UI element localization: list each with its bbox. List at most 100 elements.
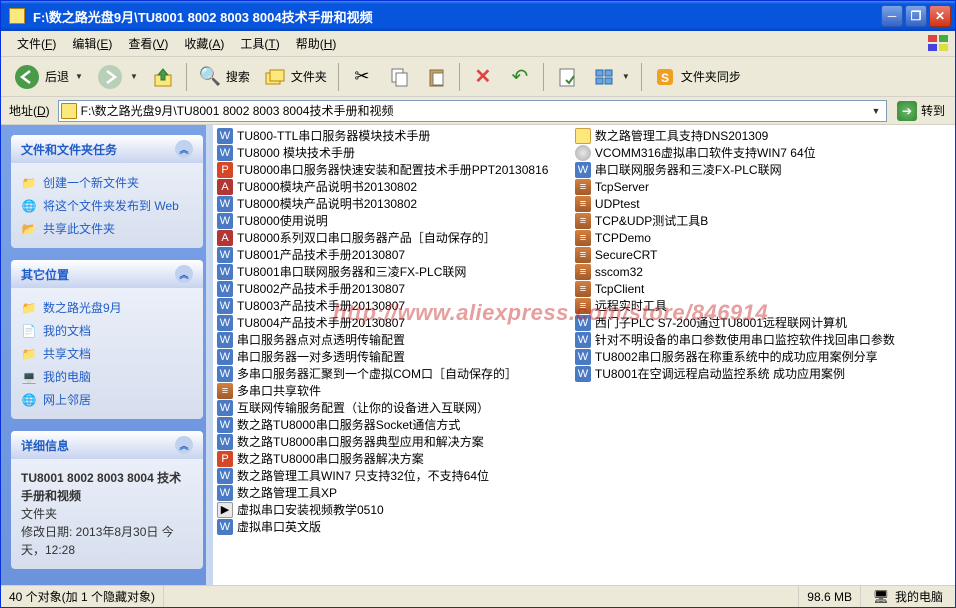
file-item[interactable]: WTU8003产品技术手册20130807	[215, 297, 573, 314]
menu-item[interactable]: 收藏(A)	[176, 32, 232, 55]
file-item[interactable]: ≡多串口共享软件	[215, 382, 573, 399]
file-item[interactable]: WTU8004产品技术手册20130807	[215, 314, 573, 331]
up-button[interactable]	[145, 61, 181, 93]
file-item[interactable]: WTU8001产品技术手册20130807	[215, 246, 573, 263]
file-item[interactable]: VCOMM316虚拟串口软件支持WIN7 64位	[573, 144, 931, 161]
other-place-link[interactable]: 📄我的文档	[21, 319, 193, 342]
details-modified: 修改日期: 2013年8月30日 今天，12:28	[21, 523, 193, 559]
file-item[interactable]: WTU8002产品技术手册20130807	[215, 280, 573, 297]
close-button[interactable]: ✕	[929, 5, 951, 27]
file-item[interactable]: W数之路管理工具XP	[215, 484, 573, 501]
other-place-link[interactable]: 📁共享文档	[21, 342, 193, 365]
folders-button[interactable]: 文件夹	[257, 61, 333, 93]
file-item[interactable]: W针对不明设备的串口参数使用串口监控软件找回串口参数	[573, 331, 931, 348]
file-item[interactable]: W串口服务器点对点透明传输配置	[215, 331, 573, 348]
file-item[interactable]: W数之路TU8000串口服务器典型应用和解决方案	[215, 433, 573, 450]
forward-button[interactable]: ▼	[90, 59, 144, 95]
other-place-link[interactable]: 🌐网上邻居	[21, 388, 193, 411]
folders-label: 文件夹	[291, 68, 327, 85]
menu-item[interactable]: 工具(T)	[232, 32, 287, 55]
file-item[interactable]: ≡TcpClient	[573, 280, 931, 297]
file-item[interactable]: W互联网传输服务配置（让你的设备进入互联网）	[215, 399, 573, 416]
file-item[interactable]: WTU8001在空调远程启动监控系统 成功应用案例	[573, 365, 931, 382]
menu-item[interactable]: 编辑(E)	[64, 32, 120, 55]
file-item[interactable]: ≡TCPDemo	[573, 229, 931, 246]
go-button[interactable]: ➔ 转到	[893, 99, 949, 123]
forward-dropdown-icon[interactable]: ▼	[130, 72, 138, 81]
task-link[interactable]: 📁创建一个新文件夹	[21, 171, 193, 194]
file-item[interactable]: ▶虚拟串口安装视频教学0510	[215, 501, 573, 518]
chevron-up-icon[interactable]: ︽	[175, 265, 193, 283]
delete-button[interactable]: ✕	[465, 61, 501, 93]
file-list[interactable]: WTU800-TTL串口服务器模块技术手册WTU8000 模块技术手册PTU80…	[213, 125, 955, 585]
details-header[interactable]: 详细信息 ︽	[11, 431, 203, 459]
file-item[interactable]: ≡TCP&UDP测试工具B	[573, 212, 931, 229]
views-dropdown-icon[interactable]: ▼	[622, 72, 630, 81]
paste-button[interactable]	[418, 61, 454, 93]
file-type-icon: ≡	[575, 298, 591, 314]
details-title: 详细信息	[21, 437, 69, 454]
file-item[interactable]: WTU8001串口联网服务器和三凌FX-PLC联网	[215, 263, 573, 280]
sidepanel-scrollbar[interactable]	[206, 125, 213, 585]
file-type-icon: W	[217, 400, 233, 416]
file-item[interactable]: ATU8000模块产品说明书20130802	[215, 178, 573, 195]
file-item[interactable]: W虚拟串口英文版	[215, 518, 573, 535]
file-item[interactable]: ≡UDPtest	[573, 195, 931, 212]
file-name: 多串口共享软件	[237, 382, 321, 399]
window-folder-icon	[9, 8, 25, 24]
file-item[interactable]: ≡sscom32	[573, 263, 931, 280]
file-item[interactable]: WTU8000使用说明	[215, 212, 573, 229]
maximize-button[interactable]: ❐	[905, 5, 927, 27]
properties-button[interactable]	[549, 61, 585, 93]
minimize-button[interactable]: ─	[881, 5, 903, 27]
file-name: TU8000 模块技术手册	[237, 144, 355, 161]
file-item[interactable]: W西门子PLC S7-200通过TU8001远程联网计算机	[573, 314, 931, 331]
task-link[interactable]: 📂共享此文件夹	[21, 217, 193, 240]
sync-button[interactable]: S 文件夹同步	[647, 61, 747, 93]
file-type-icon: W	[217, 366, 233, 382]
file-type-icon: W	[217, 196, 233, 212]
file-item[interactable]: ≡远程实时工具	[573, 297, 931, 314]
place-icon: 📁	[21, 346, 37, 362]
file-item[interactable]: W串口服务器一对多透明传输配置	[215, 348, 573, 365]
file-item[interactable]: 数之路管理工具支持DNS201309	[573, 127, 931, 144]
search-button[interactable]: 🔍 搜索	[192, 61, 256, 93]
views-button[interactable]: ▼	[586, 61, 636, 93]
other-place-link[interactable]: 💻我的电脑	[21, 365, 193, 388]
file-item[interactable]: WTU8000 模块技术手册	[215, 144, 573, 161]
file-item[interactable]: W多串口服务器汇聚到一个虚拟COM口［自动保存的］	[215, 365, 573, 382]
other-header[interactable]: 其它位置 ︽	[11, 260, 203, 288]
tasks-header[interactable]: 文件和文件夹任务 ︽	[11, 135, 203, 163]
file-item[interactable]: W数之路管理工具WIN7 只支持32位，不支持64位	[215, 467, 573, 484]
file-item[interactable]: WTU800-TTL串口服务器模块技术手册	[215, 127, 573, 144]
copy-button[interactable]	[381, 61, 417, 93]
file-item[interactable]: ≡TcpServer	[573, 178, 931, 195]
undo-button[interactable]: ↶	[502, 61, 538, 93]
file-item[interactable]: PTU8000串口服务器快速安装和配置技术手册PPT20130816	[215, 161, 573, 178]
place-icon: 🌐	[21, 392, 37, 408]
file-item[interactable]: WTU8000模块产品说明书20130802	[215, 195, 573, 212]
sync-label: 文件夹同步	[681, 68, 741, 85]
file-item[interactable]: W串口联网服务器和三凌FX-PLC联网	[573, 161, 931, 178]
other-place-link[interactable]: 📁数之路光盘9月	[21, 296, 193, 319]
file-item[interactable]: W数之路TU8000串口服务器Socket通信方式	[215, 416, 573, 433]
address-combobox[interactable]: F:\数之路光盘9月\TU8001 8002 8003 8004技术手册和视频 …	[58, 100, 887, 122]
menu-item[interactable]: 帮助(H)	[288, 32, 345, 55]
back-dropdown-icon[interactable]: ▼	[75, 72, 83, 81]
chevron-up-icon[interactable]: ︽	[175, 140, 193, 158]
address-dropdown-icon[interactable]: ▼	[868, 106, 884, 116]
back-button[interactable]: 后退 ▼	[7, 59, 89, 95]
menu-item[interactable]: 查看(V)	[120, 32, 176, 55]
file-item[interactable]: ≡SecureCRT	[573, 246, 931, 263]
file-item[interactable]: WTU8002串口服务器在称重系统中的成功应用案例分享	[573, 348, 931, 365]
forward-arrow-icon	[96, 63, 124, 91]
cut-button[interactable]: ✂	[344, 61, 380, 93]
file-item[interactable]: P数之路TU8000串口服务器解决方案	[215, 450, 573, 467]
menu-item[interactable]: 文件(F)	[9, 32, 64, 55]
status-location-text: 我的电脑	[895, 588, 943, 605]
file-item[interactable]: ATU8000系列双口串口服务器产品［自动保存的］	[215, 229, 573, 246]
file-name: TU8000使用说明	[237, 212, 328, 229]
chevron-up-icon[interactable]: ︽	[175, 436, 193, 454]
file-name: TU8000串口服务器快速安装和配置技术手册PPT20130816	[237, 161, 548, 178]
task-link[interactable]: 🌐将这个文件夹发布到 Web	[21, 194, 193, 217]
